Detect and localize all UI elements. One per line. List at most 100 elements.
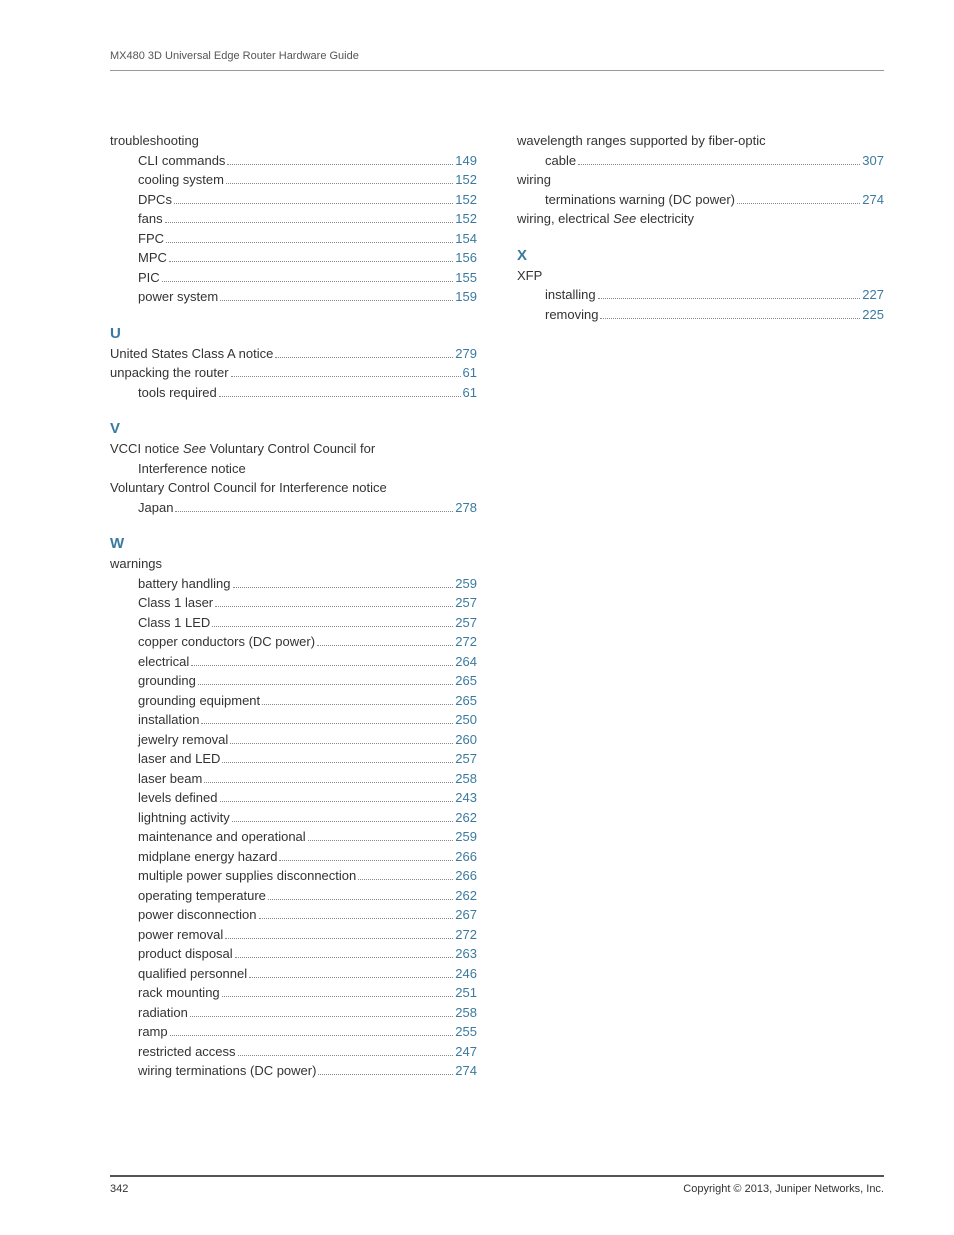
index-entry: ramp 255	[110, 1022, 477, 1042]
index-entry: removing 225	[517, 305, 884, 325]
index-entry: jewelry removal260	[110, 730, 477, 750]
index-page-link[interactable]: 257	[455, 749, 477, 769]
index-page-link[interactable]: 259	[455, 574, 477, 594]
leader-dots	[358, 879, 453, 880]
index-page-link[interactable]: 258	[455, 1003, 477, 1023]
index-page-link[interactable]: 243	[455, 788, 477, 808]
index-page-link[interactable]: 259	[455, 827, 477, 847]
index-page-link[interactable]: 258	[455, 769, 477, 789]
index-entry: operating temperature 262	[110, 886, 477, 906]
leader-dots	[222, 762, 453, 763]
leader-dots	[198, 684, 453, 685]
index-page-link[interactable]: 225	[862, 305, 884, 325]
section-letter: W	[110, 535, 477, 552]
index-page-link[interactable]: 264	[455, 652, 477, 672]
index-page-link[interactable]: 274	[455, 1061, 477, 1081]
index-page-link[interactable]: 265	[455, 691, 477, 711]
index-page-link[interactable]: 255	[455, 1022, 477, 1042]
index-page-link[interactable]: 278	[455, 498, 477, 518]
index-page-link[interactable]: 246	[455, 964, 477, 984]
index-page-link[interactable]: 266	[455, 866, 477, 886]
index-page-link[interactable]: 250	[455, 710, 477, 730]
index-entry: power disconnection 267	[110, 905, 477, 925]
index-entry: DPCs 152	[110, 190, 477, 210]
index-page-link[interactable]: 265	[455, 671, 477, 691]
index-entry-label: wiring	[517, 170, 551, 190]
index-page-link[interactable]: 272	[455, 632, 477, 652]
index-entry-label: removing	[545, 305, 598, 325]
index-entry-label: rack mounting	[138, 983, 220, 1003]
index-entry-label: laser beam	[138, 769, 202, 789]
index-page-link[interactable]: 262	[455, 808, 477, 828]
index-entry: CLI commands149	[110, 151, 477, 171]
index-entry-label: ramp	[138, 1022, 168, 1042]
index-entry: power removal 272	[110, 925, 477, 945]
section-letter: X	[517, 247, 884, 264]
index-entry-label: power removal	[138, 925, 223, 945]
leader-dots	[737, 203, 860, 204]
leader-dots	[238, 1055, 454, 1056]
index-entry: cable 307	[517, 151, 884, 171]
page-footer: 342 Copyright © 2013, Juniper Networks, …	[110, 1175, 884, 1195]
leader-dots	[220, 300, 453, 301]
index-page-link[interactable]: 274	[862, 190, 884, 210]
leader-dots	[166, 242, 453, 243]
index-page-link[interactable]: 159	[455, 287, 477, 307]
index-entry-label: VCCI notice See Voluntary Control Counci…	[110, 439, 375, 459]
index-page-link[interactable]: 272	[455, 925, 477, 945]
leader-dots	[268, 899, 453, 900]
index-page-link[interactable]: 257	[455, 593, 477, 613]
page: MX480 3D Universal Edge Router Hardware …	[0, 0, 954, 1235]
index-entry-label: midplane energy hazard	[138, 847, 277, 867]
index-page-link[interactable]: 260	[455, 730, 477, 750]
index-entry: wiring terminations (DC power)274	[110, 1061, 477, 1081]
index-entry-label: DPCs	[138, 190, 172, 210]
index-entry: multiple power supplies disconnection 266	[110, 866, 477, 886]
index-entry-label: qualified personnel	[138, 964, 247, 984]
index-entry: FPC154	[110, 229, 477, 249]
leader-dots	[600, 318, 860, 319]
index-page-link[interactable]: 227	[862, 285, 884, 305]
index-page-link[interactable]: 61	[463, 363, 477, 383]
index-entry-label: grounding	[138, 671, 196, 691]
index-page-link[interactable]: 152	[455, 209, 477, 229]
index-entry: MPC156	[110, 248, 477, 268]
index-entry-label: cable	[545, 151, 576, 171]
index-entry-label: radiation	[138, 1003, 188, 1023]
index-entry: qualified personnel 246	[110, 964, 477, 984]
index-page-link[interactable]: 307	[862, 151, 884, 171]
index-entry-label: operating temperature	[138, 886, 266, 906]
index-page-link[interactable]: 152	[455, 170, 477, 190]
index-entry-label: Japan	[138, 498, 173, 518]
leader-dots	[162, 281, 454, 282]
index-page-link[interactable]: 149	[455, 151, 477, 171]
index-page-link[interactable]: 155	[455, 268, 477, 288]
leader-dots	[190, 1016, 453, 1017]
index-page-link[interactable]: 263	[455, 944, 477, 964]
index-entry: wavelength ranges supported by fiber-opt…	[517, 131, 884, 151]
index-page-link[interactable]: 266	[455, 847, 477, 867]
index-entry: Class 1 LED257	[110, 613, 477, 633]
leader-dots	[191, 665, 453, 666]
index-page-link[interactable]: 152	[455, 190, 477, 210]
leader-dots	[598, 298, 861, 299]
leader-dots	[215, 606, 453, 607]
index-page-link[interactable]: 154	[455, 229, 477, 249]
index-page-link[interactable]: 61	[463, 383, 477, 403]
index-entry: lightning activity262	[110, 808, 477, 828]
index-page-link[interactable]: 267	[455, 905, 477, 925]
index-entry: rack mounting 251	[110, 983, 477, 1003]
index-entry: product disposal263	[110, 944, 477, 964]
index-page-link[interactable]: 279	[455, 344, 477, 364]
index-page-link[interactable]: 257	[455, 613, 477, 633]
index-page-link[interactable]: 262	[455, 886, 477, 906]
index-page-link[interactable]: 247	[455, 1042, 477, 1062]
leader-dots	[227, 164, 453, 165]
index-entry-label: power disconnection	[138, 905, 257, 925]
index-page-link[interactable]: 156	[455, 248, 477, 268]
index-entry-label: levels defined	[138, 788, 218, 808]
index-entry: XFP	[517, 266, 884, 286]
index-entry-label: multiple power supplies disconnection	[138, 866, 356, 886]
index-page-link[interactable]: 251	[455, 983, 477, 1003]
index-entry-label: unpacking the router	[110, 363, 229, 383]
